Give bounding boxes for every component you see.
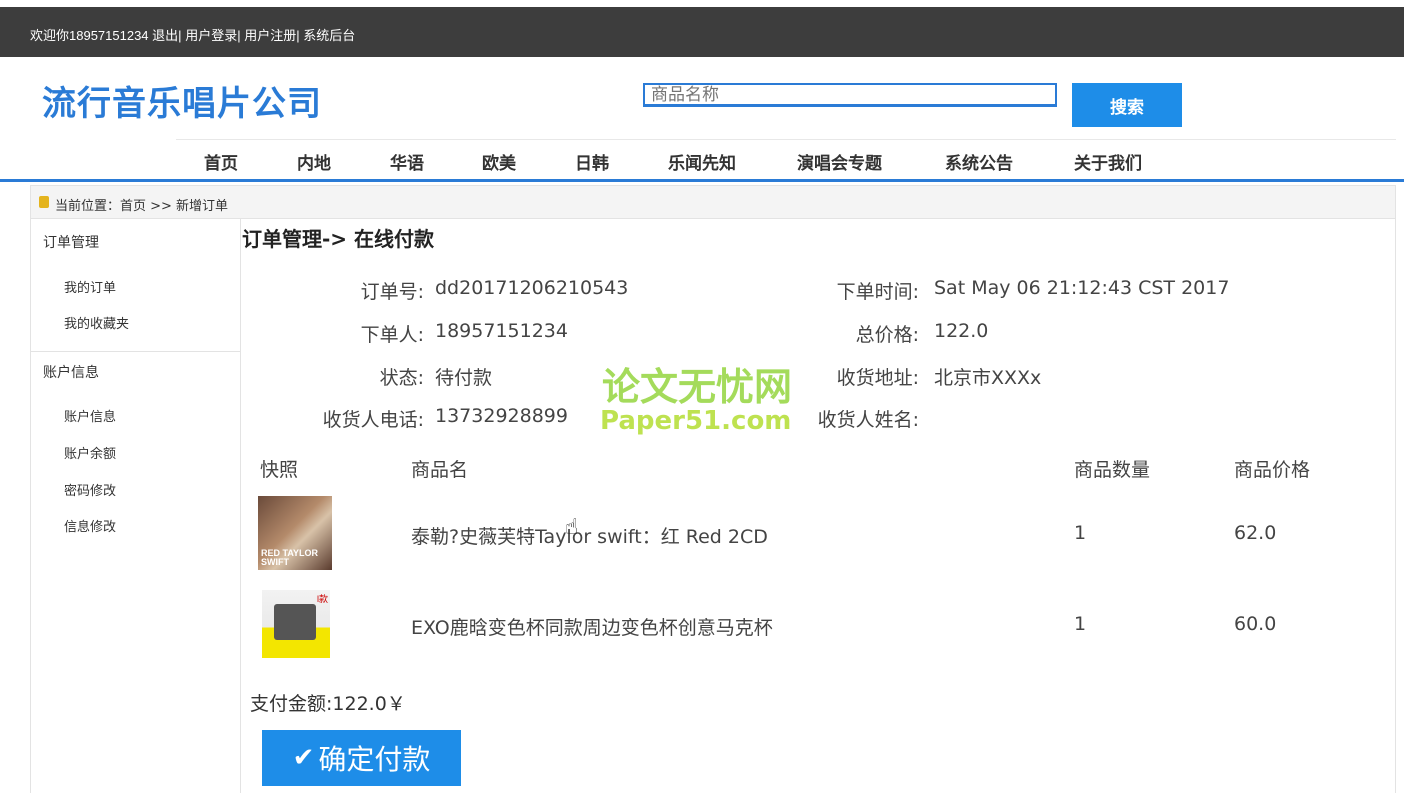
column-header-price: 商品价格: [1234, 459, 1311, 481]
hand-cursor-icon: ☝: [565, 514, 579, 539]
site-logo[interactable]: 流行音乐唱片公司: [42, 76, 322, 125]
phone-label: 收货人电话:: [322, 409, 424, 431]
logout-link[interactable]: 退出: [152, 28, 178, 43]
sidebar: 订单管理 我的订单 我的收藏夹 账户信息 账户信息 账户余额 密码修改 信息修改: [30, 219, 241, 793]
content-border: [1395, 219, 1396, 793]
receiver-label: 收货人姓名:: [817, 409, 919, 431]
login-link[interactable]: 用户登录: [185, 28, 237, 43]
pay-amount: 支付金额:122.0￥: [250, 693, 406, 715]
main-nav: 首页 内地 华语 欧美 日韩 乐闻先知 演唱会专题 系统公告 关于我们: [176, 139, 1396, 180]
breadcrumb: 当前位置：首页 >> 新增订单: [30, 185, 1396, 219]
nav-chinese[interactable]: 华语: [390, 149, 424, 174]
address-label: 收货地址:: [836, 367, 919, 389]
nav-about[interactable]: 关于我们: [1074, 149, 1142, 174]
sidebar-group-account: 账户信息: [43, 365, 99, 381]
sidebar-item-my-orders[interactable]: 我的订单: [64, 277, 116, 296]
sidebar-divider: [31, 351, 240, 352]
sidebar-item-favorites[interactable]: 我的收藏夹: [64, 313, 129, 332]
separator: |: [296, 28, 300, 43]
nav-jpkr[interactable]: 日韩: [575, 149, 609, 174]
column-header-qty: 商品数量: [1074, 459, 1151, 481]
address-value: 北京市XXXx: [934, 367, 1042, 389]
search-input[interactable]: [643, 83, 1057, 107]
nav-announcements[interactable]: 系统公告: [945, 149, 1013, 174]
thumbnail-caption: RED TAYLOR SWIFT: [261, 548, 319, 567]
total-label: 总价格:: [855, 324, 919, 346]
product-name[interactable]: 泰勒?史薇芙特Taylor swift：红 Red 2CD: [411, 522, 768, 549]
top-bar: 欢迎你18957151234 退出| 用户登录| 用户注册| 系统后台: [0, 0, 1404, 57]
order-no-label: 订单号:: [360, 281, 424, 303]
order-no-value: dd20171206210543: [435, 277, 629, 299]
sidebar-item-profile[interactable]: 信息修改: [64, 516, 116, 535]
product-name[interactable]: EXO鹿晗变色杯同款周边变色杯创意马克杯: [411, 613, 773, 640]
welcome-text: 欢迎你18957151234: [30, 28, 149, 43]
watermark: 论文无忧网 Paper51.com: [600, 356, 806, 436]
mug-image: [274, 604, 316, 640]
sidebar-item-balance[interactable]: 账户余额: [64, 443, 116, 462]
column-header-name: 商品名: [411, 459, 469, 481]
search-button[interactable]: 搜索: [1072, 83, 1182, 127]
admin-link[interactable]: 系统后台: [303, 28, 355, 43]
separator: |: [237, 28, 241, 43]
product-price: 60.0: [1234, 613, 1277, 635]
thumbnail-caption: l款: [317, 594, 328, 604]
confirm-pay-button[interactable]: ✔ 确定付款: [262, 730, 461, 786]
order-time-value: Sat May 06 21:12:43 CST 2017: [934, 277, 1230, 299]
phone-value: 13732928899: [435, 405, 568, 427]
product-price: 62.0: [1234, 522, 1277, 544]
nav-concerts[interactable]: 演唱会专题: [797, 149, 882, 174]
orderer-label: 下单人:: [360, 324, 424, 346]
register-link[interactable]: 用户注册: [244, 28, 296, 43]
product-thumbnail[interactable]: RED TAYLOR SWIFT: [258, 496, 332, 570]
nav-western[interactable]: 欧美: [482, 149, 516, 174]
breadcrumb-text: 当前位置：首页 >> 新增订单: [55, 199, 229, 214]
checkmark-icon: ✔: [292, 743, 315, 773]
nav-mainland[interactable]: 内地: [297, 149, 331, 174]
total-value: 122.0: [934, 320, 989, 342]
top-links: 欢迎你18957151234 退出| 用户登录| 用户注册| 系统后台: [30, 25, 355, 44]
sidebar-item-account-info[interactable]: 账户信息: [64, 406, 116, 425]
nav-news[interactable]: 乐闻先知: [668, 149, 736, 174]
orderer-value: 18957151234: [435, 320, 568, 342]
product-qty: 1: [1074, 613, 1087, 635]
separator: |: [178, 28, 182, 43]
sidebar-item-password[interactable]: 密码修改: [64, 480, 116, 499]
sidebar-group-orders: 订单管理: [43, 235, 99, 251]
product-qty: 1: [1074, 522, 1087, 544]
watermark-cn: 论文无忧网: [602, 365, 793, 409]
status-value: 待付款: [435, 367, 493, 389]
status-label: 状态:: [379, 367, 424, 389]
watermark-en: Paper51.com: [600, 406, 792, 436]
nav-underline: [0, 179, 1404, 182]
nav-home[interactable]: 首页: [204, 149, 238, 174]
confirm-pay-label: 确定付款: [318, 743, 431, 776]
location-icon: [39, 196, 49, 208]
product-thumbnail[interactable]: l款: [262, 590, 330, 658]
column-header-snapshot: 快照: [260, 459, 299, 481]
page-title: 订单管理-> 在线付款: [242, 227, 435, 251]
order-time-label: 下单时间:: [836, 281, 919, 303]
